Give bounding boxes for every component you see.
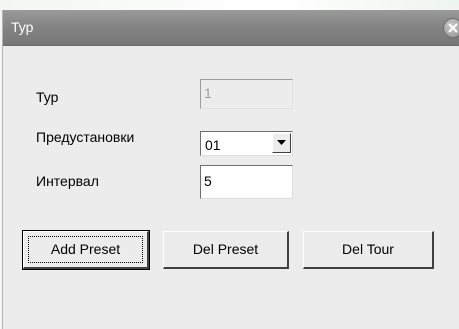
del-tour-button[interactable]: Del Tour <box>303 231 434 269</box>
del-preset-button-label: Del Preset <box>192 241 259 257</box>
presets-label: Предустановки <box>36 129 135 145</box>
preset-select[interactable]: 01 <box>200 131 293 156</box>
close-icon <box>448 23 458 33</box>
close-button[interactable] <box>443 18 459 38</box>
preset-dropdown-button[interactable] <box>272 133 291 153</box>
del-preset-button[interactable]: Del Preset <box>163 231 289 269</box>
interval-label: Интервал <box>36 173 99 189</box>
del-tour-button-label: Del Tour <box>342 241 394 257</box>
dialog-title: Тур <box>11 19 34 35</box>
add-preset-button[interactable]: Add Preset <box>22 230 150 270</box>
add-preset-button-label: Add Preset <box>50 241 121 257</box>
chevron-down-icon <box>277 140 286 145</box>
tour-label: Тур <box>36 89 59 105</box>
interval-field[interactable]: 5 <box>200 165 293 199</box>
tour-number-field[interactable]: 1 <box>200 79 293 109</box>
preset-select-value: 01 <box>205 137 221 153</box>
title-bar: Тур <box>3 10 459 46</box>
tour-dialog: Тур Тур 1 Предустановки 01 Интервал 5 Ad… <box>2 10 459 329</box>
